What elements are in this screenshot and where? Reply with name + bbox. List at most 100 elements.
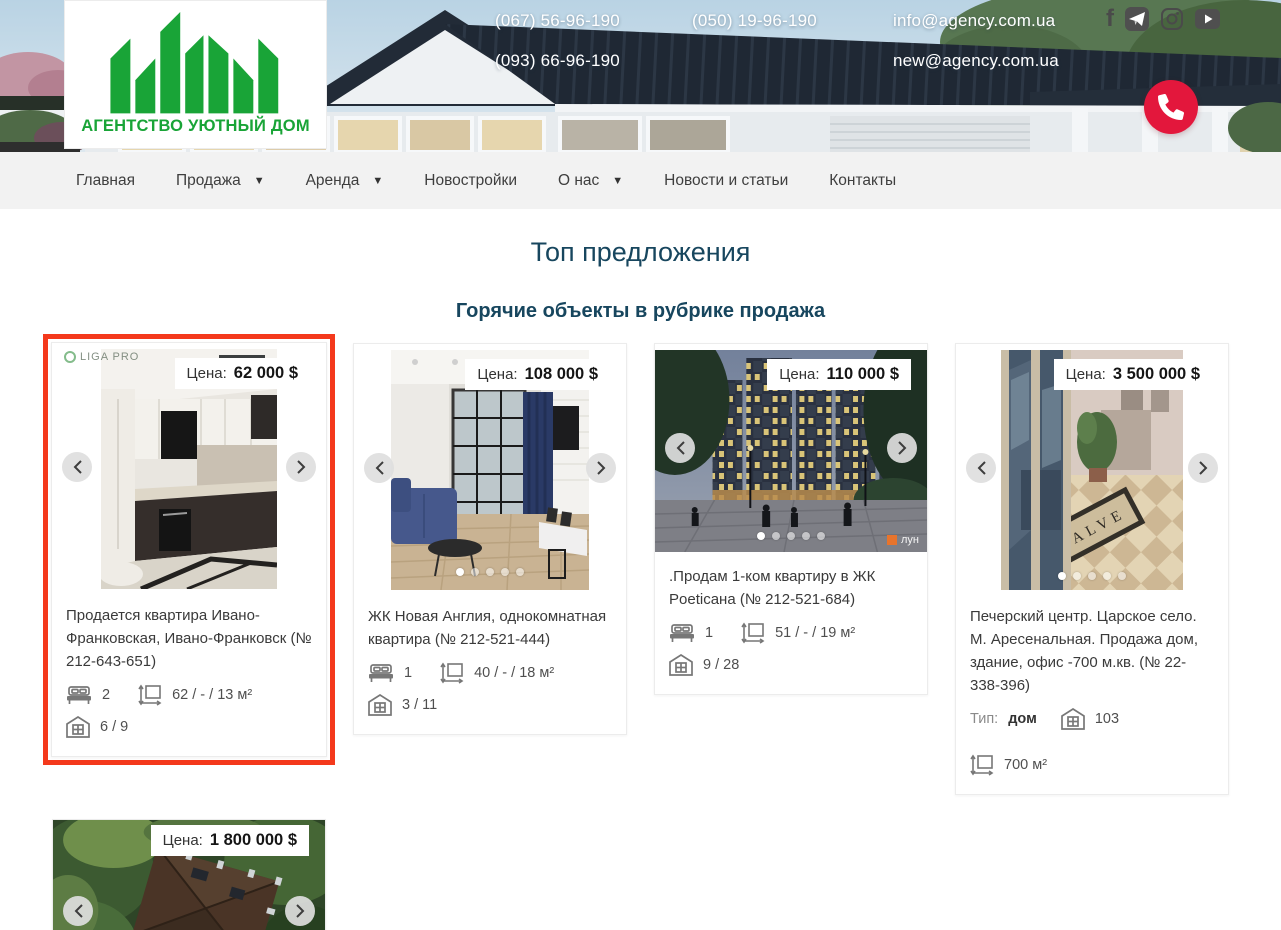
main-navigation: Главная Продажа ▼ Аренда ▼ Новостройки О н… xyxy=(0,152,1281,209)
lun-logo-icon xyxy=(887,535,897,545)
instagram-icon[interactable] xyxy=(1160,7,1184,31)
property-card-4[interactable]: SALVE Цена: 3 500 000 $ Печерский центр.… xyxy=(955,343,1229,795)
carousel-dot[interactable] xyxy=(516,568,524,576)
area-value: 62 / - / 13 м² xyxy=(172,687,253,703)
carousel-prev-button[interactable] xyxy=(966,453,996,483)
chevron-right-icon xyxy=(1198,461,1207,475)
card-stats: 1 51 / - / 19 м² 9 / 28 xyxy=(669,622,913,676)
carousel-dot[interactable] xyxy=(456,568,464,576)
card-title[interactable]: ЖК Новая Англия, однокомнатная квартира … xyxy=(368,605,612,651)
area-value: 51 / - / 19 м² xyxy=(775,625,856,641)
nav-item-news[interactable]: Новости и статьи xyxy=(664,172,788,190)
property-card-2[interactable]: Цена: 108 000 $ ЖК Новая Англия, одноком… xyxy=(353,343,627,735)
facebook-icon[interactable]: f xyxy=(1106,7,1114,31)
card-title[interactable]: .Продам 1-ком квартиру в ЖК Poeticана (№… xyxy=(669,565,913,611)
nav-item-newbuildings[interactable]: Новостройки xyxy=(424,172,517,190)
chevron-right-icon xyxy=(295,904,304,918)
nav-item-rent[interactable]: Аренда ▼ xyxy=(306,172,384,190)
carousel-dot[interactable] xyxy=(501,568,509,576)
email-link-1[interactable]: info@agency.com.ua xyxy=(893,11,1055,31)
property-card-5[interactable]: Цена: 1 800 000 $ xyxy=(52,819,326,930)
house-icon xyxy=(66,716,90,738)
floors-stat: 9 / 28 xyxy=(669,654,913,676)
price-label: Цена: xyxy=(779,366,820,383)
price-tag: Цена: 3 500 000 $ xyxy=(1053,359,1212,390)
section-subtitle: Горячие объекты в рубрике продажа xyxy=(455,300,826,322)
nav-item-about[interactable]: О нас ▼ xyxy=(558,172,623,190)
chevron-left-icon xyxy=(676,441,685,455)
rooms-stat: 103 xyxy=(1060,708,1119,730)
phone-icon xyxy=(1158,94,1184,120)
carousel-dot[interactable] xyxy=(757,532,765,540)
card-media: SALVE Цена: 3 500 000 $ xyxy=(956,344,1228,592)
carousel-dot[interactable] xyxy=(817,532,825,540)
carousel-dot[interactable] xyxy=(802,532,810,540)
carousel-dot[interactable] xyxy=(1088,572,1096,580)
carousel-next-button[interactable] xyxy=(1188,453,1218,483)
price-tag: Цена: 62 000 $ xyxy=(174,358,310,389)
card-body: Печерский центр. Царское село. М. Аресен… xyxy=(956,592,1228,794)
carousel-prev-button[interactable] xyxy=(63,896,93,926)
carousel-next-button[interactable] xyxy=(887,433,917,463)
carousel-dot[interactable] xyxy=(1118,572,1126,580)
property-card-1[interactable]: LIGA PRO Цена: 62 000 $ Продается кварти… xyxy=(51,342,327,757)
phone-link-1[interactable]: (067) 56-96-190 xyxy=(495,11,620,31)
price-value: 1 800 000 $ xyxy=(209,831,297,849)
price-tag: Цена: 108 000 $ xyxy=(465,359,610,390)
beds-value: 2 xyxy=(102,687,111,703)
phone-link-3[interactable]: (093) 66-96-190 xyxy=(495,51,620,71)
page: АГЕНТСТВО УЮТНЫЙ ДОМ (067) 56-96-190 (05… xyxy=(0,0,1281,930)
logo[interactable]: АГЕНТСТВО УЮТНЫЙ ДОМ xyxy=(64,0,327,149)
card-title[interactable]: Продается квартира Ивано-Франковская, Ив… xyxy=(66,604,312,673)
price-label: Цена: xyxy=(162,832,203,849)
floors-stat: 6 / 9 xyxy=(66,716,128,738)
nav-item-home[interactable]: Главная xyxy=(76,172,135,190)
telegram-icon[interactable] xyxy=(1125,7,1149,31)
type-label: Тип: xyxy=(970,711,999,727)
price-label: Цена: xyxy=(477,366,518,383)
nav-item-sale[interactable]: Продажа ▼ xyxy=(176,172,265,190)
card-body: .Продам 1-ком квартиру в ЖК Poeticана (№… xyxy=(655,552,927,694)
card-title[interactable]: Печерский центр. Царское село. М. Аресен… xyxy=(970,605,1214,697)
social-links: f xyxy=(1106,7,1220,31)
main-content: Топ предложения Горячие объекты в рубрик… xyxy=(0,209,1281,930)
carousel-prev-button[interactable] xyxy=(62,452,92,482)
youtube-icon[interactable] xyxy=(1195,9,1220,29)
price-tag: Цена: 1 800 000 $ xyxy=(150,825,309,856)
header: АГЕНТСТВО УЮТНЫЙ ДОМ (067) 56-96-190 (05… xyxy=(0,0,1281,152)
property-card-3[interactable]: Цена: 110 000 $ лун .Продам 1-ком кварти… xyxy=(654,343,928,695)
carousel-dots xyxy=(956,572,1228,580)
carousel-dot[interactable] xyxy=(471,568,479,576)
nav-item-contacts[interactable]: Контакты xyxy=(829,172,896,190)
property-cards-grid: LIGA PRO Цена: 62 000 $ Продается кварти… xyxy=(0,334,1281,930)
carousel-next-button[interactable] xyxy=(286,452,316,482)
type-value: дом xyxy=(1008,711,1037,727)
bed-icon xyxy=(67,686,91,704)
floors-value: 3 / 11 xyxy=(402,697,438,713)
house-icon xyxy=(1060,708,1085,730)
liga-pro-logo-icon xyxy=(64,351,76,363)
carousel-dot[interactable] xyxy=(772,532,780,540)
call-button[interactable] xyxy=(1144,80,1198,134)
carousel-prev-button[interactable] xyxy=(364,453,394,483)
logo-title: АГЕНТСТВО УЮТНЫЙ ДОМ xyxy=(81,117,310,135)
card-stats: 2 62 / - / 13 м² 6 / 9 xyxy=(66,684,312,738)
beds-value: 1 xyxy=(705,625,714,641)
email-link-2[interactable]: new@agency.com.ua xyxy=(893,51,1059,71)
chevron-right-icon xyxy=(296,460,305,474)
carousel-prev-button[interactable] xyxy=(665,433,695,463)
carousel-dot[interactable] xyxy=(787,532,795,540)
house-icon xyxy=(669,654,693,676)
area-value: 40 / - / 18 м² xyxy=(474,665,555,681)
carousel-next-button[interactable] xyxy=(285,896,315,926)
area-stat: 62 / - / 13 м² xyxy=(138,684,252,706)
carousel-dot[interactable] xyxy=(486,568,494,576)
carousel-dot[interactable] xyxy=(1058,572,1066,580)
beds-value: 1 xyxy=(404,665,413,681)
carousel-next-button[interactable] xyxy=(586,453,616,483)
carousel-dot[interactable] xyxy=(1103,572,1111,580)
carousel-dot[interactable] xyxy=(1073,572,1081,580)
phone-link-2[interactable]: (050) 19-96-190 xyxy=(692,11,817,31)
chevron-down-icon: ▼ xyxy=(253,175,265,187)
price-label: Цена: xyxy=(1065,366,1106,383)
